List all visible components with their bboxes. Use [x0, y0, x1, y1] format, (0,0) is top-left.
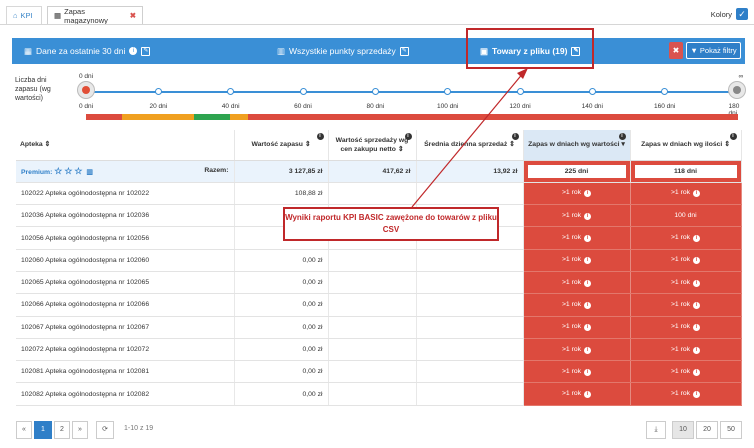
annotation-callout: Wyniki raportu KPI BASIC zawężone do tow…	[283, 207, 499, 241]
prev-page-button[interactable]: «	[16, 421, 32, 439]
next-page-button[interactable]: »	[72, 421, 88, 439]
page-2-button[interactable]: 2	[54, 421, 70, 439]
pagination-info: 1-10 z 19	[124, 425, 154, 432]
page-1-button[interactable]: 1	[34, 421, 52, 439]
refresh-icon[interactable]: ⟳	[96, 421, 114, 439]
export-icon[interactable]: ⤓	[646, 421, 666, 439]
page-size-20[interactable]: 20	[696, 421, 718, 439]
page-size-50[interactable]: 50	[720, 421, 742, 439]
page-size-10[interactable]: 10	[672, 421, 694, 439]
